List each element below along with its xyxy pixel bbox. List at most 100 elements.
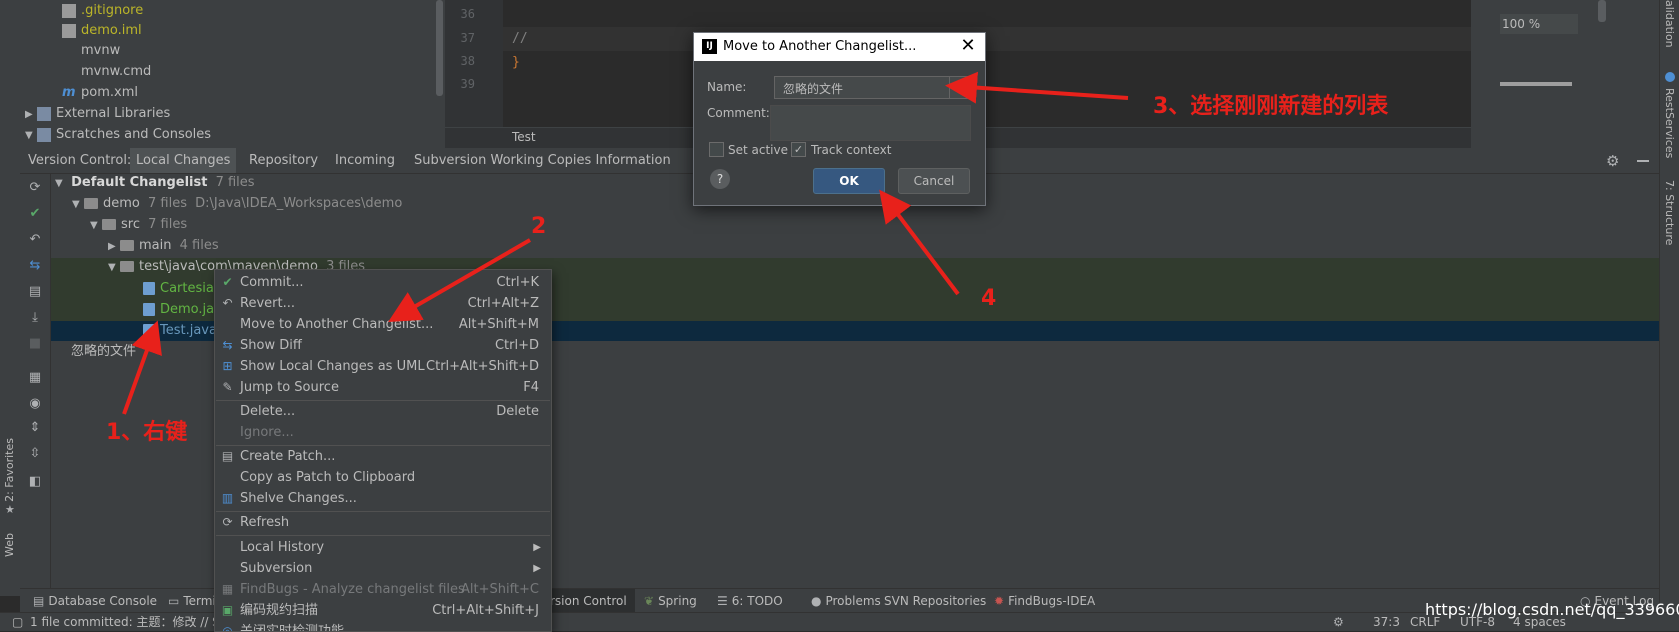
validation-tab[interactable]: alidation <box>1663 0 1676 48</box>
favorites-tab[interactable]: 2: Favorites <box>3 438 16 502</box>
annotation-step-1: 1、右键 <box>106 420 188 445</box>
menu-item-delete[interactable]: Delete... Delete <box>215 401 551 422</box>
tree-file-demo[interactable]: Demo.jav <box>143 300 222 320</box>
eye-icon[interactable]: ◉ <box>27 396 43 412</box>
changelist-default[interactable]: ▼ Default Changelist 7 files <box>55 173 255 193</box>
menu-item-jump-to-source[interactable]: ✎ Jump to Source F4 <box>215 377 551 398</box>
cancel-button[interactable]: Cancel <box>898 168 970 194</box>
web-tab[interactable]: Web <box>3 533 16 557</box>
tool-database-console[interactable]: ▤ Database Console <box>33 589 157 613</box>
status-message[interactable]: 1 file committed: 主题：修改 // S <box>30 613 220 631</box>
collapse-arrow-icon[interactable]: ▼ <box>108 258 120 278</box>
tree-item-external-libraries[interactable]: ▶ External Libraries <box>25 104 170 124</box>
menu-item-local-history[interactable]: Local History ▶ <box>215 537 551 558</box>
collapse-all-icon[interactable]: ⇳ <box>27 446 43 462</box>
tab-incoming[interactable]: Incoming <box>329 148 401 173</box>
tool-findbugs[interactable]: ✹ FindBugs-IDEA <box>994 589 1095 613</box>
tree-file-test[interactable]: Test.java <box>143 321 217 341</box>
tree-item-scratches[interactable]: ▼ Scratches and Consoles <box>25 125 211 145</box>
structure-tab[interactable]: 7: Structure <box>1663 180 1676 245</box>
preview-icon[interactable]: ◧ <box>27 474 43 490</box>
scan-icon: ▣ <box>221 603 234 617</box>
intellij-logo-icon: IJ <box>702 39 717 54</box>
tree-item-gitignore[interactable]: .gitignore <box>62 1 143 21</box>
menu-item-show-uml[interactable]: ⊞ Show Local Changes as UML Ctrl+Alt+Shift… <box>215 356 551 377</box>
breadcrumb-item[interactable]: Test <box>512 130 536 144</box>
refresh-icon[interactable]: ⟳ <box>27 180 43 196</box>
menu-item-code-scan[interactable]: ▣ 编码规约扫描 Ctrl+Alt+Shift+J <box>215 600 551 621</box>
menu-item-copy-patch[interactable]: Copy as Patch to Clipboard <box>215 467 551 488</box>
ok-button[interactable]: OK <box>813 168 885 194</box>
status-toggle-icon[interactable]: ▢ <box>12 613 23 631</box>
project-scrollbar[interactable] <box>436 0 443 96</box>
tree-node-src[interactable]: ▼ src 7 files <box>90 215 187 235</box>
menu-item-refresh[interactable]: ⟳ Refresh <box>215 512 551 533</box>
commit-icon[interactable]: ✔ <box>27 206 43 222</box>
tab-repository[interactable]: Repository <box>243 148 324 173</box>
project-tree-panel: .gitignore demo.iml mvnw mvnw.cmd m pom.x… <box>0 0 445 148</box>
tool-version-control[interactable]: rsion Control <box>548 589 635 613</box>
editor-scrollbar[interactable] <box>1598 0 1606 22</box>
menu-item-shelve[interactable]: ▥ Shelve Changes... <box>215 488 551 509</box>
tool-terminal[interactable]: ▭ Termi <box>168 589 216 613</box>
tree-file-cartesian[interactable]: Cartesian <box>143 279 222 299</box>
expand-all-icon[interactable]: ⇕ <box>27 420 43 436</box>
chevron-down-icon[interactable] <box>949 77 970 98</box>
gear-icon[interactable]: ⚙ <box>1606 152 1619 170</box>
refresh-icon: ⟳ <box>222 515 233 529</box>
menu-item-show-diff[interactable]: ⇆ Show Diff Ctrl+D <box>215 335 551 356</box>
collapse-arrow-icon[interactable]: ▼ <box>72 195 84 215</box>
expand-arrow-icon[interactable]: ▶ <box>108 237 120 257</box>
help-button[interactable]: ? <box>710 169 730 189</box>
tree-node-main[interactable]: ▶ main 4 files <box>108 236 219 256</box>
collapse-arrow-icon[interactable]: ▼ <box>25 126 37 146</box>
track-context-checkbox[interactable]: ✓ <box>791 142 806 157</box>
restservices-icon <box>1665 72 1675 82</box>
dialog-titlebar[interactable]: IJ Move to Another Changelist... ✕ <box>694 33 985 61</box>
set-active-checkbox[interactable] <box>709 142 724 157</box>
tree-item-demo-iml[interactable]: demo.iml <box>62 21 142 41</box>
menu-item-subversion[interactable]: Subversion ▶ <box>215 558 551 579</box>
menu-item-revert[interactable]: ↶ Revert... Ctrl+Alt+Z <box>215 293 551 314</box>
rollback-icon[interactable]: ↶ <box>27 232 43 248</box>
tree-item-mvnw-cmd[interactable]: mvnw.cmd <box>62 62 151 82</box>
menu-item-move-to-changelist[interactable]: Move to Another Changelist... Alt+Shift+M <box>215 314 551 335</box>
file-icon <box>62 3 76 18</box>
menu-item-disable-realtime[interactable]: ◎ 关闭实时检测功能 <box>215 621 551 632</box>
right-tool-strip: alidation RestServices 7: Structure <box>1659 0 1679 630</box>
left-tool-strip: 2: Favorites ★ Web <box>0 148 21 596</box>
tree-item-pom[interactable]: m pom.xml <box>62 83 138 103</box>
spring-icon: ❦ <box>644 594 655 608</box>
zoom-level[interactable]: 100 % <box>1500 14 1578 34</box>
tool-problems[interactable]: ● Problems <box>811 589 881 613</box>
collapse-arrow-icon[interactable]: ▼ <box>90 216 102 236</box>
todo-icon: ☰ <box>717 594 728 608</box>
tab-svn-working-copies[interactable]: Subversion Working Copies Information <box>408 148 677 173</box>
tab-local-changes[interactable]: Local Changes <box>130 148 237 173</box>
java-file-icon <box>143 324 155 337</box>
menu-item-commit[interactable]: ✔ Commit... Ctrl+K <box>215 272 551 293</box>
minimize-icon[interactable] <box>1637 160 1649 162</box>
tool-svn-repositories[interactable]: SVN Repositories <box>884 589 986 613</box>
update-icon[interactable]: ⤓ <box>27 310 43 326</box>
terminal-icon: ▭ <box>168 594 180 608</box>
diff-icon[interactable]: ⇆ <box>27 258 43 274</box>
expand-arrow-icon[interactable]: ▶ <box>25 105 37 125</box>
name-combobox[interactable]: 忽略的文件 <box>774 76 971 99</box>
tree-item-mvnw[interactable]: mvnw <box>62 41 120 61</box>
folder-icon <box>120 261 134 272</box>
group-icon[interactable]: ▦ <box>27 370 43 386</box>
tool-spring[interactable]: ❦ Spring <box>644 589 697 613</box>
changelist-icon[interactable]: ▤ <box>27 284 43 300</box>
collapse-arrow-icon[interactable]: ▼ <box>55 174 67 194</box>
menu-item-create-patch[interactable]: ▤ Create Patch... <box>215 446 551 467</box>
caret-position[interactable]: 37:3 <box>1373 613 1400 631</box>
tool-todo[interactable]: ☰ 6: TODO <box>717 589 783 613</box>
comment-field[interactable] <box>770 105 971 141</box>
changelist-ignored[interactable]: 忽略的文件 <box>71 342 136 362</box>
line-number: 39 <box>460 77 475 91</box>
tree-node-demo[interactable]: ▼ demo 7 files D:\Java\IDEA_Workspaces\de… <box>72 194 402 214</box>
scan-icon: ◎ <box>222 624 233 632</box>
close-icon[interactable]: ✕ <box>958 36 978 56</box>
restservices-tab[interactable]: RestServices <box>1663 88 1676 158</box>
